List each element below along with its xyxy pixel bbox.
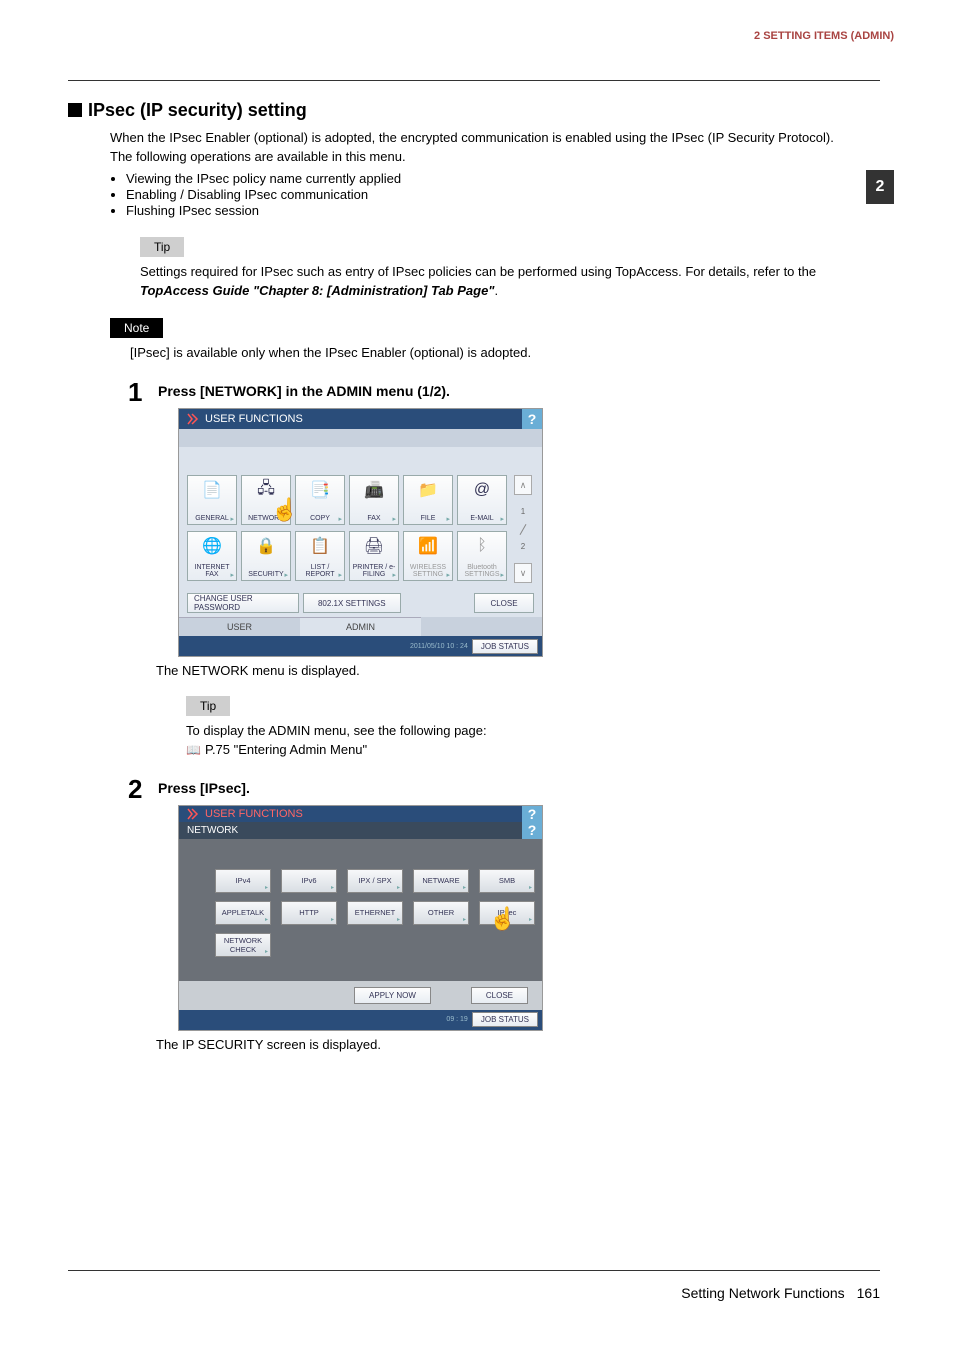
8021x-settings-button[interactable]: 802.1X SETTINGS [303,593,402,613]
tile-file[interactable]: 📁FILE▸ [403,475,453,525]
tile-bluetooth[interactable]: ᛒBluetooth SETTINGS▸ [457,531,507,581]
btn-ipv6[interactable]: IPv6▸ [281,869,337,893]
tip-text-part: Settings required for IPsec such as entr… [140,264,816,279]
note-text: [IPsec] is available only when the IPsec… [130,344,854,363]
intro-bullets: Viewing the IPsec policy name currently … [126,171,854,218]
page-divider [520,524,527,535]
help-icon[interactable]: ? [522,409,542,429]
btn-ipx-spx[interactable]: IPX / SPX▸ [347,869,403,893]
screenshot-network-menu: USER FUNCTIONS ? NETWORK ? IPv4▸ IPv6▸ I… [178,805,543,1031]
btn-appletalk[interactable]: APPLETALK▸ [215,901,271,925]
tip-text-ref: TopAccess Guide "Chapter 8: [Administrat… [140,283,494,298]
exit-icon[interactable] [187,808,199,820]
book-icon: 📖 [186,743,201,757]
job-status-button[interactable]: JOB STATUS [472,1012,538,1027]
intro-paragraph-2: The following operations are available i… [110,148,854,167]
tab-user[interactable]: USER [179,617,300,636]
header-breadcrumb: 2 SETTING ITEMS (ADMIN) [754,30,894,42]
tile-fax[interactable]: 📠FAX▸ [349,475,399,525]
timestamp: 09 : 19 [446,1016,467,1023]
tip2-line2: 📖P.75 "Entering Admin Menu" [186,741,854,760]
tile-security[interactable]: 🔒SECURITY▸ [241,531,291,581]
step2-caption: The IP SECURITY screen is displayed. [156,1037,854,1052]
cursor-hand-icon: ☝ [489,906,516,932]
help-icon[interactable]: ? [522,822,542,839]
step1-caption: The NETWORK menu is displayed. [156,663,854,678]
btn-network-check[interactable]: NETWORK CHECK▸ [215,933,271,957]
btn-ipv4[interactable]: IPv4▸ [215,869,271,893]
cursor-hand-icon: ☝ [271,497,298,523]
tab-admin[interactable]: ADMIN [300,617,421,636]
tile-internet-fax[interactable]: 🌐INTERNET FAX▸ [187,531,237,581]
step-title-1: Press [NETWORK] in the ADMIN menu (1/2). [158,383,450,399]
job-status-button[interactable]: JOB STATUS [472,639,538,654]
btn-other[interactable]: OTHER▸ [413,901,469,925]
tip2-label: Tip [186,696,230,716]
section-heading: IPsec (IP security) setting [68,100,854,121]
step-title-2: Press [IPsec]. [158,780,250,796]
btn-http[interactable]: HTTP▸ [281,901,337,925]
page-indicator-2: 2 [521,540,525,553]
note-label: Note [110,318,163,338]
footer-page-number: 161 [857,1285,880,1301]
tip2-line1: To display the ADMIN menu, see the follo… [186,722,854,741]
tile-printer-efiling[interactable]: 🖨PRINTER / e-FILING▸ [349,531,399,581]
footer-rule [68,1270,880,1271]
screenshot-admin-menu: USER FUNCTIONS ? 📄GENERAL▸ 🖧NETWORK▸ 📑CO… [178,408,543,657]
screen2-titlebar: USER FUNCTIONS ? [179,806,542,822]
page-up-button[interactable]: ∧ [514,475,532,495]
close-button[interactable]: CLOSE [474,593,534,613]
page-down-button[interactable]: ∨ [514,563,532,583]
tile-list-report[interactable]: 📋LIST / REPORT▸ [295,531,345,581]
tile-copy[interactable]: 📑COPY▸ [295,475,345,525]
apply-now-button[interactable]: APPLY NOW [354,987,431,1004]
tip-text-end: . [494,283,498,298]
btn-netware[interactable]: NETWARE▸ [413,869,469,893]
btn-smb[interactable]: SMB▸ [479,869,535,893]
page-indicator-1: 1 [521,505,525,518]
section-marker-icon [68,103,82,117]
change-password-button[interactable]: CHANGE USER PASSWORD [187,593,299,613]
footer-section: Setting Network Functions [681,1285,844,1301]
tip-text: Settings required for IPsec such as entr… [140,263,854,301]
tile-email[interactable]: @E-MAIL▸ [457,475,507,525]
screen-subbar [179,429,542,447]
screen2-subtitle: NETWORK ? [179,822,542,839]
screen2-title: USER FUNCTIONS [205,808,303,820]
bullet-item: Flushing IPsec session [126,203,854,218]
screen-title: USER FUNCTIONS [205,413,303,425]
step-number-1: 1 [128,377,158,408]
close-button[interactable]: CLOSE [471,987,528,1004]
section-title: IPsec (IP security) setting [88,100,307,120]
tile-general[interactable]: 📄GENERAL▸ [187,475,237,525]
bullet-item: Viewing the IPsec policy name currently … [126,171,854,186]
exit-icon[interactable] [187,413,199,425]
help-icon[interactable]: ? [522,806,542,822]
intro-paragraph-1: When the IPsec Enabler (optional) is ado… [110,129,854,148]
header-rule [68,80,880,81]
step-number-2: 2 [128,774,158,805]
screen-titlebar: USER FUNCTIONS ? [179,409,542,429]
timestamp: 2011/05/10 10 : 24 [410,643,468,650]
chapter-side-tab: 2 [866,170,894,204]
tile-wireless[interactable]: 📶WIRELESS SETTING▸ [403,531,453,581]
btn-ethernet[interactable]: ETHERNET▸ [347,901,403,925]
tip-label: Tip [140,237,184,257]
bullet-item: Enabling / Disabling IPsec communication [126,187,854,202]
